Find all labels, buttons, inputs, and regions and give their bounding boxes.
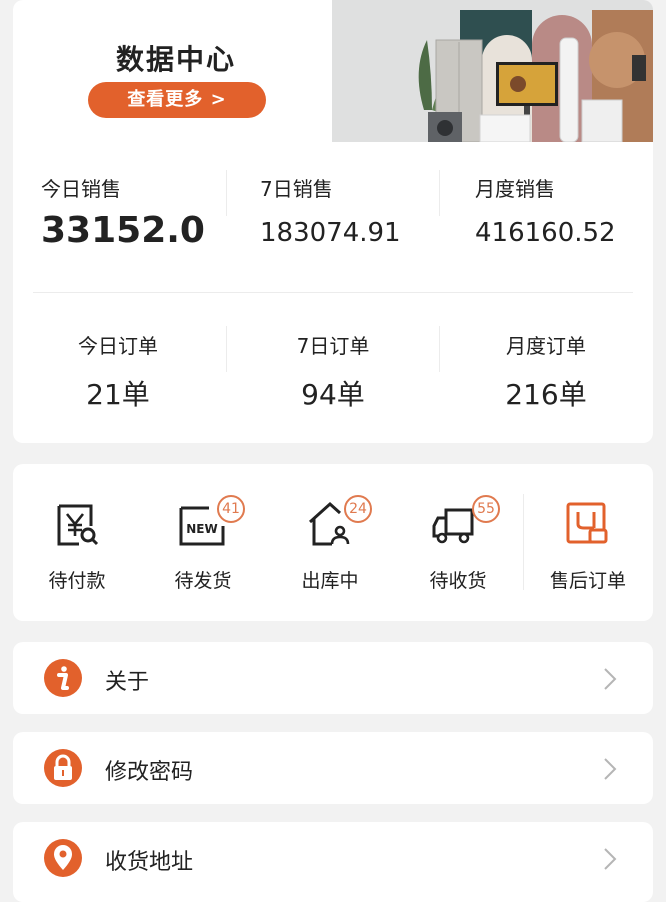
month-sales-label: 月度销售 [475,177,555,201]
pending-receipt-badge: 55 [472,495,500,523]
appliances-banner-image [332,0,653,142]
lock-icon [44,749,82,787]
location-pin-icon [44,839,82,877]
week-sales-value: 183074.91 [260,218,401,248]
outbound-badge: 24 [344,495,372,523]
pending-payment-label: 待付款 [48,570,106,592]
month-sales: 月度销售 416160.52 [475,173,616,248]
divider [523,494,524,590]
pending-payment-item[interactable]: 待付款 [22,498,132,593]
after-sales-label: 售后订单 [549,570,626,592]
pending-receipt-item[interactable]: 55 待收货 [403,495,513,593]
today-sales-value: 33152.0 [41,210,205,251]
divider [33,292,633,293]
outbound-item[interactable]: 24 出库中 [275,495,385,593]
after-sales-icon [560,498,616,550]
divider [439,170,440,216]
stats-card: 数据中心 查看更多 > 今日销售 33152.0 7日销售 183074.91 … [13,0,653,443]
outbound-label: 出库中 [301,570,359,592]
delivery-truck-icon: 55 [430,495,500,550]
menu-item-about[interactable]: 关于 [13,642,653,714]
yen-search-icon [49,498,105,550]
chevron-right-icon [604,668,617,690]
week-sales: 7日销售 183074.91 [260,173,401,248]
menu-item-shipping-address[interactable]: 收货地址 [13,822,653,902]
menu-item-shipping-address-label: 收货地址 [105,850,194,875]
month-orders: 月度订单 216单 [466,330,626,413]
week-orders-value: 94单 [301,378,365,411]
today-orders-label: 今日订单 [78,334,158,358]
chevron-right-icon [604,758,617,780]
month-orders-label: 月度订单 [506,334,586,358]
menu-item-change-password[interactable]: 修改密码 [13,732,653,804]
today-sales-label: 今日销售 [41,177,121,201]
divider [439,326,440,372]
new-box-icon: NEW 41 [175,495,245,550]
today-orders: 今日订单 21单 [38,330,198,413]
banner-title: 数据中心 [115,43,236,76]
warehouse-person-icon: 24 [302,495,372,550]
divider [226,326,227,372]
menu-item-about-label: 关于 [105,670,150,695]
month-sales-value: 416160.52 [475,218,616,248]
today-orders-value: 21单 [86,378,150,411]
week-orders: 7日订单 94单 [253,330,413,413]
week-sales-label: 7日销售 [260,177,333,201]
divider [226,170,227,216]
pending-receipt-label: 待收货 [429,570,487,592]
info-icon [44,659,82,697]
view-more-button[interactable]: 查看更多 > [88,82,266,118]
pending-shipment-badge: 41 [217,495,245,523]
week-orders-label: 7日订单 [296,334,370,358]
month-orders-value: 216单 [505,378,587,411]
order-status-card: 待付款 NEW 41 待发货 24 出库中 55 待收货 售后订单 [13,464,653,621]
chevron-right-icon [604,848,617,870]
pending-shipment-label: 待发货 [174,570,232,592]
svg-text:NEW: NEW [186,522,217,536]
pending-shipment-item[interactable]: NEW 41 待发货 [148,495,258,593]
after-sales-item[interactable]: 售后订单 [533,498,643,593]
menu-item-change-password-label: 修改密码 [105,760,194,785]
data-center-banner[interactable]: 数据中心 查看更多 > [13,0,653,142]
today-sales: 今日销售 33152.0 [41,173,205,251]
